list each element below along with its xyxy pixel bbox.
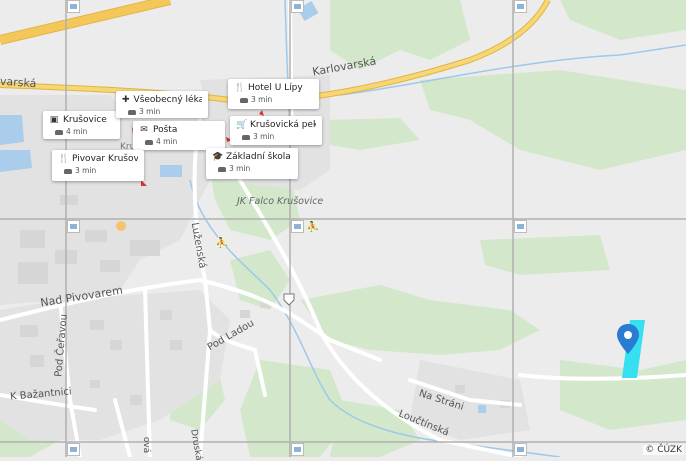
car-icon — [240, 97, 248, 103]
pedestrian-icon-2: ⛹ — [307, 220, 319, 233]
poi-time: 3 min — [139, 107, 161, 116]
poi-name: Krušovice — [63, 115, 107, 125]
poi-time: 4 min — [156, 137, 178, 146]
poi-time: 3 min — [75, 166, 97, 175]
car-icon — [55, 129, 63, 135]
tile-placeholder-icon — [514, 443, 527, 456]
poi-card-lekar[interactable]: ✚Všeobecný lékař ... 3 min — [116, 91, 208, 118]
restaurant-icon: 🍴 — [58, 154, 70, 164]
tile-placeholder-icon — [67, 443, 80, 456]
poi-name: Všeobecný lékař ... — [133, 95, 202, 105]
post-icon: ✉ — [140, 125, 148, 135]
poi-name: Krušovická pekár... — [250, 120, 316, 130]
tile-placeholder-icon — [514, 220, 527, 233]
poi-time: 4 min — [66, 127, 88, 136]
tile-placeholder-icon — [291, 220, 304, 233]
fuel-station-icon — [116, 221, 126, 231]
medical-cross-icon: ✚ — [122, 95, 130, 105]
school-icon: 🎓 — [212, 152, 224, 162]
restaurant-icon: 🍴 — [234, 83, 246, 93]
tile-placeholder-icon — [67, 220, 80, 233]
poi-card-pekarna[interactable]: 🛒Krušovická pekár... 3 min — [230, 116, 322, 145]
poi-time: 3 min — [229, 164, 251, 173]
car-icon — [128, 109, 136, 115]
car-icon — [242, 134, 250, 140]
tile-placeholder-icon — [291, 0, 304, 13]
poi-name: Základní škola Kr... — [226, 152, 292, 162]
car-icon — [145, 139, 153, 145]
shopping-cart-icon: 🛒 — [236, 120, 248, 130]
pedestrian-icon: ⛹ — [216, 236, 228, 249]
poi-card-skola[interactable]: 🎓Základní škola Kr... 3 min — [206, 148, 298, 179]
area-label-falco: JK Falco Krušovice — [237, 196, 324, 207]
tile-placeholder-icon — [67, 0, 80, 13]
copyright-notice[interactable]: © ČÚZK — [643, 445, 684, 455]
street-label-ova-partial: ová — [141, 436, 152, 454]
poi-time: 3 min — [253, 132, 275, 141]
car-icon — [64, 168, 72, 174]
poi-card-krusovice-bus[interactable]: ▣ Krušovice 4 min — [43, 111, 120, 139]
poi-name: Pošta — [153, 125, 178, 135]
poi-card-posta[interactable]: ✉ Pošta 4 min — [133, 121, 225, 150]
poi-time: 3 min — [251, 95, 273, 104]
street-label-karlovarska-partial: varská — [0, 74, 37, 91]
car-icon — [218, 166, 226, 172]
poi-name: Pivovar Krušovice — [72, 154, 138, 164]
poi-card-pivovar[interactable]: 🍴Pivovar Krušovice 3 min — [52, 150, 144, 181]
bus-icon: ▣ — [49, 115, 59, 125]
poi-card-hotel[interactable]: 🍴 Hotel U Lípy 3 min — [228, 79, 319, 109]
svg-text:⛹: ⛹ — [216, 236, 228, 249]
poi-name: Hotel U Lípy — [248, 83, 303, 93]
tile-placeholder-icon — [291, 443, 304, 456]
svg-text:⛹: ⛹ — [307, 220, 319, 233]
tile-placeholder-icon — [514, 0, 527, 13]
